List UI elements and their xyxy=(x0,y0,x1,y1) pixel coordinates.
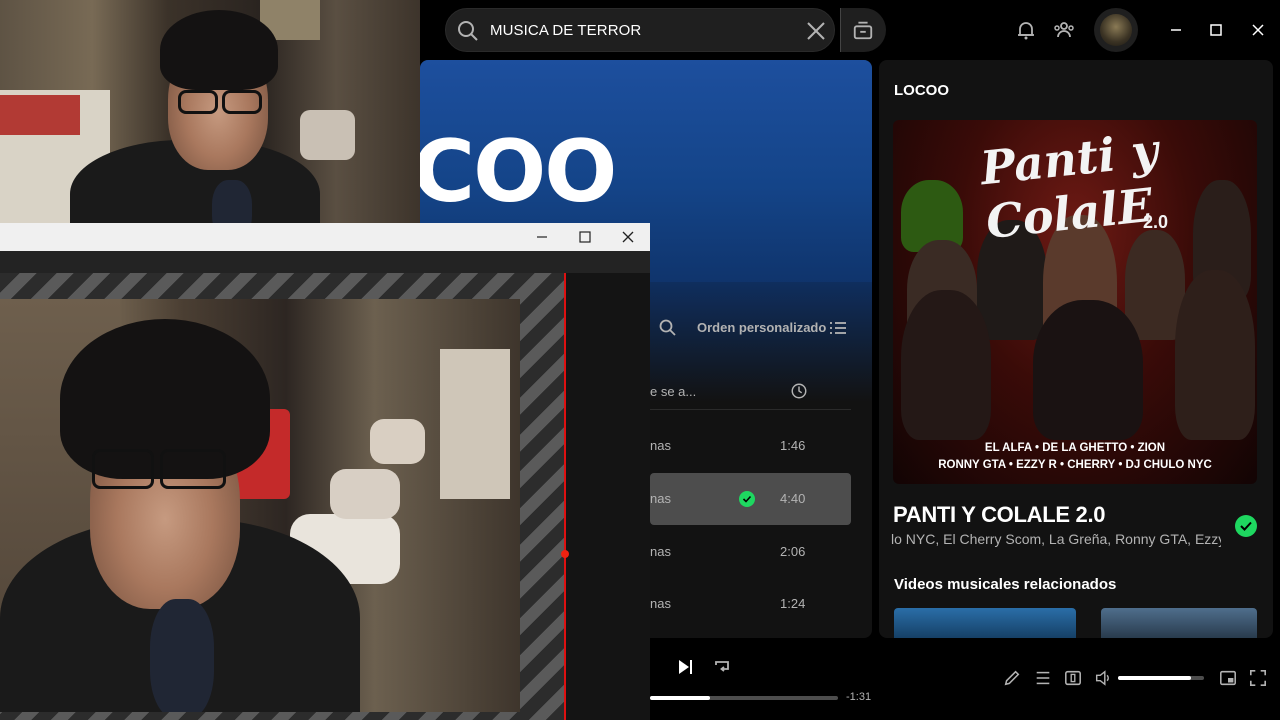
list-icon[interactable] xyxy=(828,318,848,338)
cover-credits-line1: EL ALFA • DE LA GHETTO • ZION xyxy=(984,442,1166,454)
fullscreen-icon[interactable] xyxy=(1249,669,1267,687)
related-video-thumb[interactable] xyxy=(894,608,1076,638)
playback-progress[interactable] xyxy=(650,696,838,700)
repeat-icon[interactable] xyxy=(712,657,732,677)
avatar[interactable] xyxy=(1094,8,1138,52)
track-title[interactable]: PANTI Y COLALE 2.0 xyxy=(893,502,1106,528)
queue-icon[interactable] xyxy=(1034,669,1052,687)
volume-icon[interactable] xyxy=(1094,669,1112,687)
check-icon[interactable] xyxy=(1235,515,1257,537)
maximize-icon[interactable] xyxy=(577,229,593,245)
next-icon[interactable] xyxy=(675,657,695,677)
now-playing-context[interactable]: LOCOO xyxy=(894,82,949,99)
maximize-icon[interactable] xyxy=(1204,18,1228,42)
search-icon[interactable] xyxy=(658,318,678,338)
track-table-header: e se a... xyxy=(650,380,851,410)
friends-icon[interactable] xyxy=(1052,18,1076,42)
check-icon[interactable] xyxy=(739,491,755,507)
album-cover[interactable]: Panti y ColalE 2.0 EL ALFA • DE LA GHETTO… xyxy=(893,120,1257,484)
volume-slider[interactable] xyxy=(1118,676,1204,680)
webcam-overlay xyxy=(0,0,420,236)
capture-window xyxy=(0,223,650,720)
column-date-added[interactable]: e se a... xyxy=(650,384,696,399)
time-remaining: -1:31 xyxy=(846,691,872,703)
minimize-icon[interactable] xyxy=(534,229,550,245)
table-row[interactable]: nas 1:46 xyxy=(650,420,851,472)
table-row[interactable]: nas 4:40 xyxy=(650,473,851,525)
playlist-title: COO xyxy=(420,122,617,222)
cover-version: 2.0 xyxy=(1143,212,1169,232)
table-row[interactable]: nas 2:06 xyxy=(650,526,851,578)
table-row[interactable]: nas 1:24 xyxy=(650,578,851,630)
lyrics-icon[interactable] xyxy=(1003,669,1021,687)
cover-credits-line2: RONNY GTA • EZZY R • CHERRY • DJ CHULO N… xyxy=(938,459,1212,471)
close-window-icon[interactable] xyxy=(1246,18,1270,42)
close-window-icon[interactable] xyxy=(620,229,636,245)
capture-window-titlebar xyxy=(0,223,650,251)
search-input[interactable]: MUSICA DE TERROR xyxy=(490,22,641,39)
record-guide-line xyxy=(564,273,566,720)
volume-fill xyxy=(1118,676,1192,680)
capture-preview xyxy=(0,251,650,720)
related-video-thumb[interactable] xyxy=(1101,608,1257,638)
clock-icon xyxy=(791,383,807,399)
track-artists[interactable]: lo NYC, El Cherry Scom, La Greña, Ronny … xyxy=(891,531,1221,547)
minimize-icon[interactable] xyxy=(1164,18,1188,42)
related-videos-heading: Videos musicales relacionados xyxy=(894,576,1117,593)
sort-order-button[interactable]: Orden personalizado xyxy=(697,320,826,335)
browse-icon xyxy=(853,21,873,40)
search-bar[interactable]: MUSICA DE TERROR xyxy=(445,8,835,52)
bell-icon[interactable] xyxy=(1014,18,1038,42)
cover-title: Panti y ColalE xyxy=(977,122,1161,250)
now-playing-panel: LOCOO Panti y ColalE 2.0 EL ALFA • DE LA … xyxy=(879,60,1273,638)
connect-device-icon[interactable] xyxy=(1064,669,1082,687)
webcam-preview xyxy=(0,299,520,712)
close-icon[interactable] xyxy=(804,19,828,43)
browse-button[interactable] xyxy=(840,8,886,52)
record-indicator xyxy=(561,550,569,558)
progress-fill xyxy=(650,696,711,700)
miniplayer-icon[interactable] xyxy=(1219,669,1237,687)
playlist-tools: Orden personalizado xyxy=(650,316,860,340)
search-icon xyxy=(458,21,478,41)
